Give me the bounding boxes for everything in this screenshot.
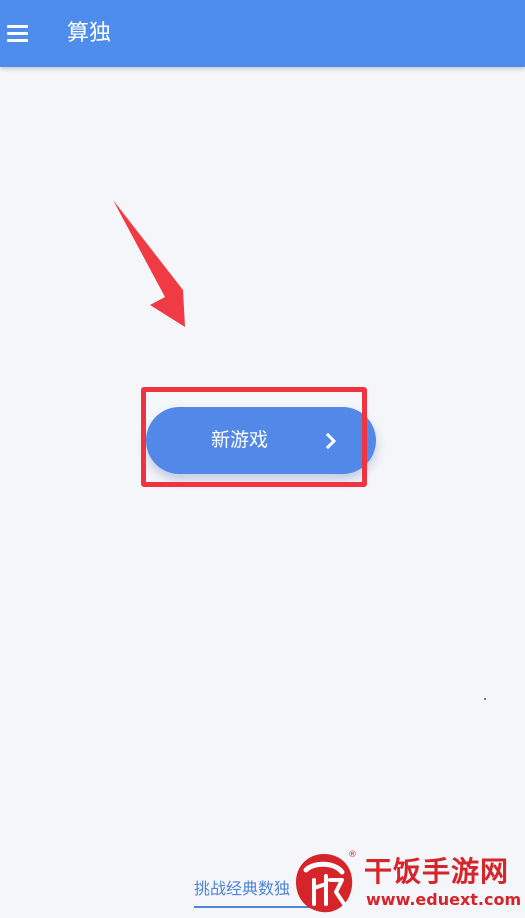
menu-button[interactable] [0, 14, 36, 54]
challenge-classic-sudoku-link[interactable]: 挑战经典数独 [194, 878, 290, 900]
menu-icon-line [7, 25, 28, 28]
watermark-logo [296, 854, 353, 913]
menu-icon-line [7, 39, 28, 42]
watermark: ® 干饭手游网 www.eduext.com [290, 848, 525, 918]
highlight-box-annotation [141, 387, 367, 487]
app-bar: 算独 [0, 0, 525, 67]
watermark-brand: 干饭手游网 [364, 855, 510, 888]
app-screen: 算独 新游戏 挑战经典数独 ® 干饭手游网 www.eduext.com [0, 0, 525, 918]
registered-mark: ® [348, 850, 357, 860]
stray-dot [484, 698, 486, 700]
watermark-url: www.eduext.com [366, 890, 522, 909]
red-arrow-annotation [113, 200, 185, 327]
app-title: 算独 [67, 21, 112, 46]
menu-icon-line [7, 32, 28, 35]
